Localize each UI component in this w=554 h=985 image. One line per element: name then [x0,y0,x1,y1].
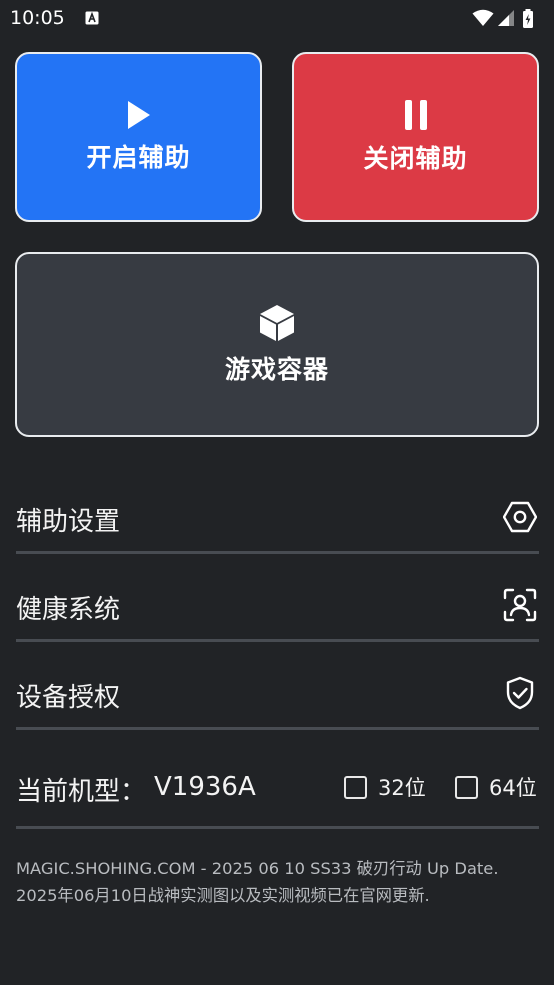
battery-charging-icon [523,9,533,28]
update-notice-line: MAGIC.SHOHING.COM - 2025 06 10 SS33 破刃行动… [16,859,499,878]
update-notice: MAGIC.SHOHING.COM - 2025 06 10 SS33 破刃行动… [16,855,546,909]
arch-32bit-checkbox[interactable]: 32位 [344,772,426,802]
device-model-label: 当前机型： [16,777,147,807]
divider [16,727,539,730]
pause-icon [404,100,427,130]
shield-check-icon [506,676,534,710]
menu-item-assist-settings[interactable]: 辅助设置 [16,483,539,553]
device-model-value: V1936A [154,772,256,802]
play-icon [127,101,150,129]
menu-item-label: 设备授权 [16,683,121,713]
status-icons [472,9,544,28]
divider [16,639,539,642]
checkbox-box[interactable] [455,775,478,799]
divider [16,551,539,554]
settings-hex-icon [503,501,537,533]
start-assist-button[interactable]: 开启辅助 [15,52,262,222]
device-model-row: 当前机型： V1936A 32位 64位 [16,758,539,818]
start-assist-label: 开启辅助 [86,143,191,172]
cube-icon [260,304,294,341]
checkbox-label: 64位 [489,776,537,800]
menu-item-health-system[interactable]: 健康系统 [16,571,539,641]
divider [16,826,539,829]
checkbox-label: 32位 [378,776,426,800]
checkbox-box[interactable] [344,775,367,799]
wifi-icon [472,9,494,26]
cell-signal-icon [498,10,514,26]
status-time: 10:05 [10,7,65,29]
arch-64bit-checkbox[interactable]: 64位 [455,772,537,802]
menu-item-label: 健康系统 [16,595,121,625]
game-container-button[interactable]: 游戏容器 [15,252,539,437]
game-container-label: 游戏容器 [224,354,329,384]
menu-item-device-auth[interactable]: 设备授权 [16,659,539,729]
menu-item-label: 辅助设置 [16,507,121,537]
update-notice-line: 2025年06月10日战神实测图以及实测视频已在官网更新. [16,886,430,905]
stop-assist-button[interactable]: 关闭辅助 [292,52,539,222]
font-a-icon [85,11,99,25]
status-bar: 10:05 [0,0,554,36]
stop-assist-label: 关闭辅助 [363,144,468,173]
face-scan-icon [503,588,537,622]
